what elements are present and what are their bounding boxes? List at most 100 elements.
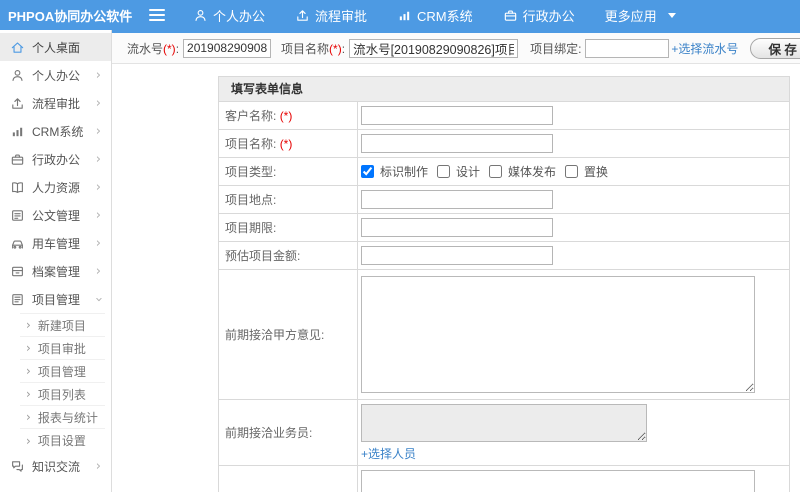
chevron-right-icon: › (26, 433, 31, 448)
checkbox-media-release[interactable] (489, 165, 503, 178)
chevron-right-icon: › (95, 123, 101, 139)
sidebar-subitem-project-manage[interactable]: › 项目管理 (20, 360, 105, 383)
sidebar-item-workflow-approval[interactable]: 流程审批 › (0, 89, 111, 117)
chevron-right-icon: › (95, 151, 101, 167)
topnav-item-crm[interactable]: CRM系统 (397, 6, 473, 25)
checkbox-label-media-release: 媒体发布 (508, 165, 557, 179)
archive-icon (10, 264, 25, 279)
topnav-item-personal-office[interactable]: 个人办公 (193, 6, 265, 25)
sidebar-item-label: 流程审批 (32, 96, 81, 111)
sidebar-item-label: 人力资源 (32, 180, 81, 195)
field-label-text: 项目类型: (225, 165, 277, 179)
sidebar-item-label: 项目管理 (32, 292, 81, 307)
sidebar-item-official-docs[interactable]: 公文管理 › (0, 201, 111, 229)
document-icon (10, 208, 25, 223)
field-label-text: 预估项目金额: (225, 249, 301, 263)
serial-label: 流水号(*): (127, 41, 180, 56)
sidebar-item-label: 个人桌面 (32, 40, 81, 55)
field-cell-project-term (358, 214, 789, 241)
field-textarea-extra-notes[interactable] (361, 470, 755, 492)
project-name-label: 项目名称(*): (281, 41, 346, 56)
form-row-project-location: 项目地点: (219, 186, 789, 214)
project-name-input[interactable] (349, 38, 519, 58)
field-cell-project-type: 标识制作 设计 媒体发布 置换 (358, 158, 789, 185)
sidebar-item-crm[interactable]: CRM系统 › (0, 117, 111, 145)
hamburger-menu-icon[interactable] (149, 9, 165, 21)
chevron-right-icon: › (26, 341, 31, 355)
required-mark: (*) (279, 136, 293, 151)
topnav-item-admin-office[interactable]: 行政办公 (503, 6, 575, 25)
field-label-text: 项目期限: (225, 221, 277, 235)
flow-icon (10, 96, 25, 111)
form-row-project-type: 项目类型: 标识制作 设计 媒体发布 置换 (219, 158, 789, 186)
field-label-customer-name: 客户名称: (*) (219, 102, 358, 129)
sidebar-submenu-project: › 新建项目 › 项目审批 › 项目管理 › 项目列表 › 报表与统计 › 项目设置 (20, 313, 105, 452)
form-row-customer-name: 客户名称: (*) (219, 102, 789, 130)
checkbox-design[interactable] (437, 165, 451, 178)
field-input-project-name[interactable] (361, 134, 553, 153)
sidebar-subitem-label: 项目设置 (37, 434, 86, 448)
sidebar-subitem-project-settings[interactable]: › 项目设置 (20, 429, 105, 452)
sidebar-item-knowledge[interactable]: 知识交流 › (0, 452, 111, 480)
field-cell-early-salesperson: +选择人员 (358, 400, 789, 465)
project-icon (10, 292, 25, 307)
field-label-text: 前期接洽甲方意见: (225, 328, 325, 342)
field-label-project-location: 项目地点: (219, 186, 358, 213)
required-mark: (*) (329, 41, 342, 56)
sidebar-subitem-project-approval[interactable]: › 项目审批 (20, 337, 105, 360)
checkbox-exchange[interactable] (565, 165, 579, 178)
checkbox-sign-making[interactable] (361, 165, 374, 178)
sidebar-subitem-new-project[interactable]: › 新建项目 (20, 314, 105, 337)
checkbox-label-sign-making: 标识制作 (380, 165, 429, 179)
checkbox-label-design: 设计 (456, 165, 481, 179)
sidebar-subitem-label: 报表与统计 (37, 410, 98, 425)
sidebar-item-desktop[interactable]: 个人桌面 (0, 33, 111, 61)
topnav-item-label: 更多应用 (604, 8, 657, 24)
field-input-project-term[interactable] (361, 218, 553, 237)
sidebar-item-vehicle[interactable]: 用车管理 › (0, 229, 111, 257)
caret-down-icon (667, 12, 676, 18)
field-input-estimated-amount[interactable] (361, 246, 553, 265)
binding-input[interactable] (585, 38, 670, 58)
serial-input[interactable] (183, 38, 272, 58)
topnav-item-workflow-approval[interactable]: 流程审批 (295, 6, 367, 25)
sidebar-subitem-label: 项目列表 (37, 387, 86, 402)
checkbox-label-exchange: 置换 (584, 165, 609, 179)
form-row-early-client-opinion: 前期接洽甲方意见: (219, 270, 789, 400)
sidebar-item-archive[interactable]: 档案管理 › (0, 257, 111, 285)
sidebar-item-label: 用车管理 (32, 236, 81, 251)
sidebar-item-label: 行政办公 (32, 152, 81, 167)
form-row-project-name: 项目名称: (*) (219, 130, 789, 158)
field-input-project-location[interactable] (361, 190, 553, 209)
sidebar-item-personal-office[interactable]: 个人办公 › (0, 61, 111, 89)
chat-icon (10, 459, 25, 474)
form-area: 填写表单信息 客户名称: (*) 项目名称: (*) 项目类型: 标识制作 设计 媒体发布… (112, 64, 800, 492)
form-row-extra-notes (219, 466, 789, 492)
home-icon (10, 40, 25, 55)
required-mark: (*) (279, 108, 293, 123)
sidebar-item-admin-office[interactable]: 行政办公 › (0, 145, 111, 173)
chart-icon (397, 8, 412, 23)
flow-icon (295, 8, 310, 23)
chart-icon (10, 124, 25, 139)
select-person-link[interactable]: +选择人员 (361, 445, 416, 462)
select-serial-link[interactable]: +选择流水号 (671, 40, 738, 57)
field-textarea-early-client-opinion[interactable] (361, 276, 755, 393)
form-toolbar: 流水号(*): 项目名称(*): 项目绑定: +选择流水号 保 存 (112, 30, 800, 64)
chevron-right-icon: › (26, 387, 31, 401)
chevron-down-icon: › (90, 296, 106, 302)
topnav-item-more-apps[interactable]: 更多应用 (605, 6, 676, 25)
sidebar-subitem-project-list[interactable]: › 项目列表 (20, 383, 105, 406)
sidebar-subitem-reports-stats[interactable]: › 报表与统计 (20, 406, 105, 429)
topnav-item-label: CRM系统 (417, 8, 473, 24)
sidebar-item-project[interactable]: 项目管理 › (0, 285, 111, 313)
sidebar-item-hr[interactable]: 人力资源 › (0, 173, 111, 201)
sidebar: 个人桌面 个人办公 › 流程审批 › CRM系统 › 行政办公 › 人力资源 › 公文管理 › 用车管理 ›… (0, 30, 112, 492)
field-label-text: 项目名称: (225, 137, 277, 151)
car-icon (10, 236, 25, 251)
field-textarea-early-salesperson[interactable] (361, 404, 647, 442)
field-input-customer-name[interactable] (361, 106, 553, 125)
chevron-right-icon: › (95, 95, 101, 111)
save-button[interactable]: 保 存 (750, 37, 800, 59)
field-label-text: 客户名称: (225, 109, 277, 123)
